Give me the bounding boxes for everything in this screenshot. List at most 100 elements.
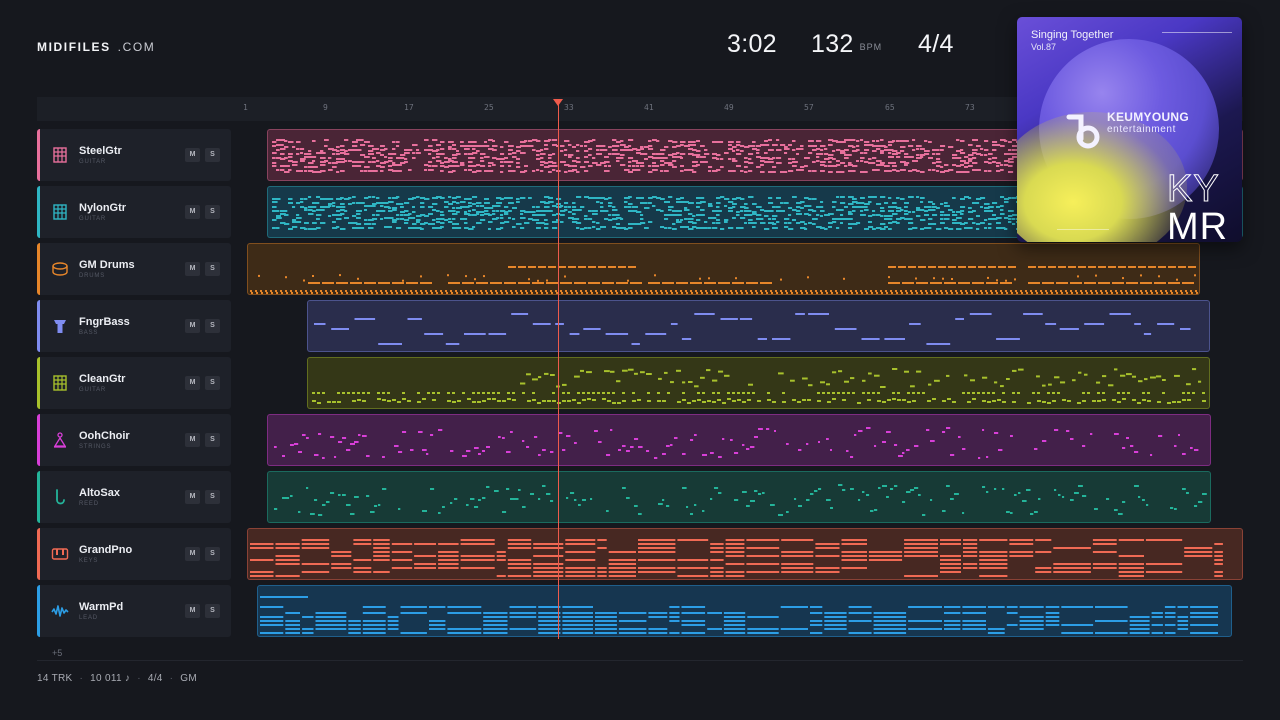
midi-note — [896, 222, 900, 224]
midi-note — [916, 207, 921, 209]
midi-note — [636, 165, 640, 167]
track-header-fngrbass[interactable]: FngrBass BASS M S — [37, 300, 231, 352]
midi-note — [508, 170, 513, 172]
midi-note — [1178, 434, 1180, 436]
midi-note — [304, 170, 308, 172]
midi-note — [500, 146, 504, 148]
midi-clip-warmpd[interactable] — [257, 585, 1232, 637]
midi-note — [496, 575, 506, 577]
track-header-altosax[interactable]: AltoSax REED M S — [37, 471, 231, 523]
midi-note — [280, 169, 285, 171]
midi-note — [312, 275, 314, 277]
mute-button[interactable]: M — [185, 262, 200, 276]
midi-note — [815, 571, 840, 573]
midi-note — [472, 141, 477, 143]
midi-note — [396, 141, 400, 143]
midi-note — [848, 612, 872, 614]
midi-clip-oohchoir[interactable] — [267, 414, 1211, 466]
midi-note — [288, 153, 293, 155]
solo-button[interactable]: S — [205, 319, 220, 333]
midi-note — [748, 214, 753, 216]
midi-note — [1141, 292, 1143, 294]
midi-note — [472, 209, 476, 211]
solo-button[interactable]: S — [205, 148, 220, 162]
playhead[interactable] — [553, 99, 563, 639]
mute-button[interactable]: M — [185, 490, 200, 504]
midi-note — [496, 217, 500, 219]
midi-note — [1180, 328, 1191, 330]
track-header-gm-drums[interactable]: GM Drums DRUMS M S — [37, 243, 231, 295]
midi-note — [780, 210, 785, 212]
midi-note — [411, 292, 413, 294]
midi-note — [1122, 398, 1126, 400]
midi-note — [364, 141, 370, 143]
midi-note — [578, 504, 581, 506]
midi-note — [695, 290, 697, 292]
solo-button[interactable]: S — [205, 433, 220, 447]
track-header-grandpno[interactable]: GrandPno KEYS M S — [37, 528, 231, 580]
midi-note — [986, 456, 989, 458]
mute-button[interactable]: M — [185, 547, 200, 561]
midi-note — [740, 290, 742, 292]
midi-note — [954, 493, 959, 495]
track-header-nylongtr[interactable]: NylonGtr GUITAR M S — [37, 186, 231, 238]
midi-clip-altosax[interactable] — [267, 471, 1211, 523]
midi-note — [512, 170, 516, 172]
midi-note — [816, 153, 821, 155]
midi-note — [438, 555, 459, 557]
midi-note — [932, 169, 936, 171]
mute-button[interactable]: M — [185, 604, 200, 618]
midi-note — [708, 170, 712, 172]
midi-note — [500, 165, 505, 167]
midi-note — [1097, 392, 1100, 394]
midi-note — [1078, 371, 1082, 374]
solo-button[interactable]: S — [205, 604, 220, 618]
site-logo[interactable]: MIDIFILES .COM — [37, 40, 155, 54]
midi-note — [391, 559, 413, 561]
midi-note — [550, 290, 552, 292]
solo-button[interactable]: S — [205, 376, 220, 390]
midi-note — [744, 203, 748, 205]
track-header-steelgtr[interactable]: SteelGtr GUITAR M S — [37, 129, 231, 181]
midi-note — [1061, 292, 1063, 294]
solo-button[interactable]: S — [205, 205, 220, 219]
midi-note — [498, 436, 501, 438]
midi-note — [1032, 392, 1035, 394]
midi-clip-gm-drums[interactable] — [247, 243, 1200, 295]
solo-button[interactable]: S — [205, 547, 220, 561]
midi-note — [604, 165, 608, 167]
midi-clip-fngrbass[interactable] — [307, 300, 1210, 352]
mute-button[interactable]: M — [185, 205, 200, 219]
midi-note — [472, 203, 476, 205]
mute-button[interactable]: M — [185, 376, 200, 390]
track-header-oohchoir[interactable]: OohChoir STRINGS M S — [37, 414, 231, 466]
midi-note — [324, 145, 328, 147]
midi-note — [350, 443, 355, 445]
midi-clip-cleangtr[interactable] — [307, 357, 1210, 409]
midi-note — [841, 559, 867, 561]
midi-note — [734, 499, 739, 501]
more-tracks-count[interactable]: +5 — [52, 648, 62, 658]
midi-note — [968, 218, 974, 220]
solo-button[interactable]: S — [205, 490, 220, 504]
solo-button[interactable]: S — [205, 262, 220, 276]
midi-note — [1045, 612, 1060, 614]
midi-note — [635, 290, 637, 292]
midi-note — [815, 290, 817, 292]
track-header-warmpd[interactable]: WarmPd LEAD M S — [37, 585, 231, 637]
midi-note — [812, 149, 817, 151]
mute-button[interactable]: M — [185, 148, 200, 162]
mute-button[interactable]: M — [185, 433, 200, 447]
midi-note — [300, 198, 304, 200]
midi-note — [520, 382, 526, 385]
midi-note — [744, 166, 748, 168]
track-color-bar — [37, 300, 40, 352]
midi-note — [316, 202, 320, 204]
mute-button[interactable]: M — [185, 319, 200, 333]
playhead-handle[interactable] — [553, 99, 563, 106]
midi-note — [612, 214, 617, 216]
midi-note — [552, 400, 556, 402]
midi-clip-grandpno[interactable] — [247, 528, 1243, 580]
track-header-cleangtr[interactable]: CleanGtr GUITAR M S — [37, 357, 231, 409]
midi-note — [925, 290, 927, 292]
